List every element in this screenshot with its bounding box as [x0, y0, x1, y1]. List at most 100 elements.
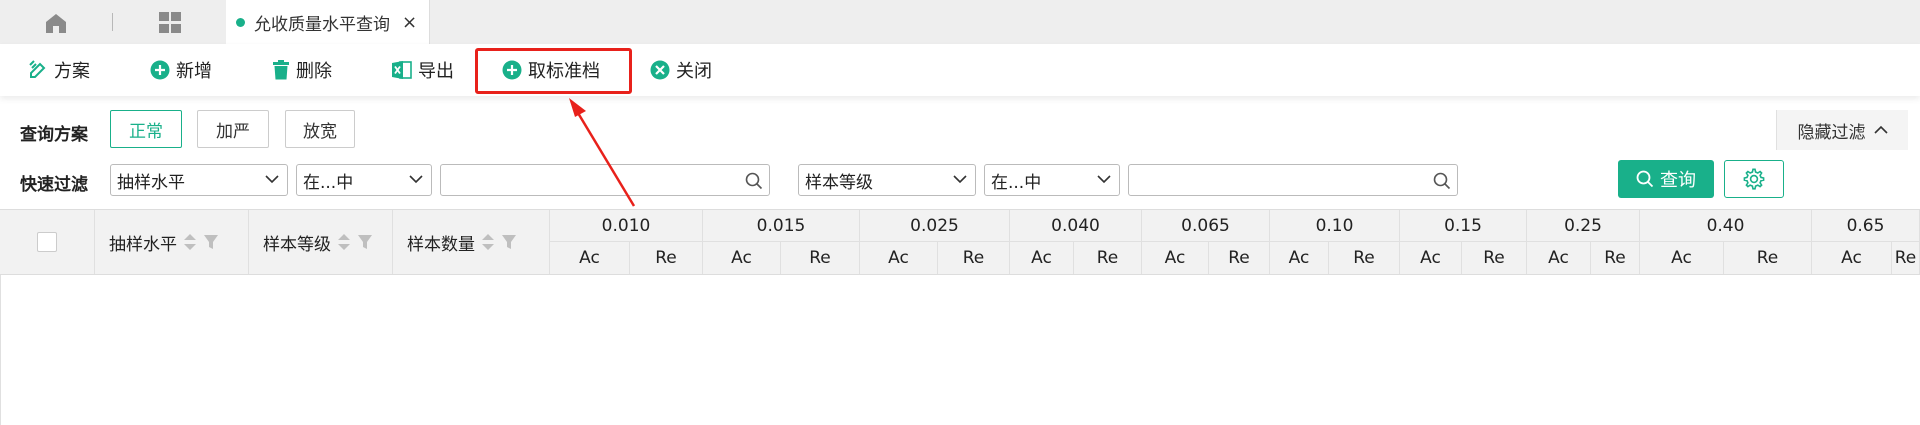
close-button[interactable]: 关闭 — [650, 44, 712, 96]
col-ac: Ac — [550, 242, 630, 274]
col-ac: Ac — [1270, 242, 1329, 274]
filter-icon[interactable] — [203, 234, 219, 250]
plan-normal-button[interactable]: 正常 — [110, 110, 182, 148]
table-body — [0, 275, 1920, 425]
query-button[interactable]: 查询 — [1618, 160, 1714, 198]
chevron-down-icon — [1097, 175, 1111, 184]
gear-icon — [1743, 168, 1765, 190]
col-aql-level: 0.065 — [1142, 210, 1270, 242]
plan-label: 方案 — [54, 61, 90, 82]
home-icon[interactable] — [44, 12, 68, 34]
hide-filter-toggle[interactable]: 隐藏过滤 — [1776, 110, 1908, 150]
filter-icon[interactable] — [357, 234, 373, 250]
col-sampling-level-label: 抽样水平 — [109, 234, 177, 255]
filter-operator-value-2: 在...中 — [991, 172, 1042, 193]
col-re: Re — [938, 242, 1010, 274]
sort-icon[interactable] — [337, 233, 351, 251]
col-sample-size[interactable]: 样本数量 — [393, 210, 550, 274]
col-aql-level: 0.010 — [550, 210, 703, 242]
col-re: Re — [1329, 242, 1400, 274]
filter-field-select-2[interactable]: 样本等级 — [798, 164, 976, 196]
export-button[interactable]: 导出 — [392, 44, 454, 96]
col-aql-level: 0.040 — [1010, 210, 1142, 242]
filter-operator-select-1[interactable]: 在...中 — [296, 164, 432, 196]
settings-button[interactable] — [1724, 160, 1784, 198]
col-ac: Ac — [860, 242, 938, 274]
filter-field-value-1: 抽样水平 — [117, 172, 185, 193]
chevron-up-icon — [1873, 125, 1888, 134]
col-sample-size-label: 样本数量 — [407, 234, 475, 255]
tab-bar: 允收质量水平查询 × — [0, 0, 1920, 44]
query-plan-label: 查询方案 — [20, 125, 88, 145]
col-re: Re — [1591, 242, 1640, 274]
filter-field-select-1[interactable]: 抽样水平 — [110, 164, 288, 196]
active-dot-icon — [236, 17, 245, 27]
quick-filter-label: 快速过滤 — [20, 175, 88, 195]
col-ac: Ac — [1142, 242, 1209, 274]
excel-icon — [392, 61, 412, 79]
col-ac: Ac — [1400, 242, 1462, 274]
sort-filter-controls — [337, 233, 373, 251]
filter-operator-value-1: 在...中 — [303, 172, 354, 193]
add-button[interactable]: 新增 — [150, 44, 212, 96]
col-re: Re — [1892, 242, 1920, 274]
close-circle-icon — [650, 60, 670, 80]
tab-title: 允收质量水平查询 — [254, 14, 390, 35]
col-aql-level: 0.25 — [1527, 210, 1640, 242]
select-all-checkbox[interactable] — [37, 232, 57, 252]
search-icon[interactable] — [1433, 172, 1451, 190]
col-aql-level: 0.10 — [1270, 210, 1400, 242]
trash-icon — [273, 60, 289, 80]
close-label: 关闭 — [676, 61, 712, 82]
col-sample-grade-label: 样本等级 — [263, 234, 331, 255]
grid-apps-icon[interactable] — [158, 12, 182, 34]
sort-icon[interactable] — [481, 233, 495, 251]
col-aql-level: 0.025 — [860, 210, 1010, 242]
toolbar: 方案 新增 删除 导出 取标准档 关闭 — [0, 44, 1920, 96]
search-icon[interactable] — [745, 172, 763, 190]
col-ac: Ac — [1010, 242, 1074, 274]
col-re: Re — [1074, 242, 1142, 274]
sort-filter-controls — [183, 233, 219, 251]
col-re: Re — [1724, 242, 1812, 274]
divider — [112, 13, 113, 31]
col-re: Re — [781, 242, 860, 274]
plan-edit-icon — [29, 60, 46, 78]
col-aql-level: 0.65 — [1812, 210, 1920, 242]
select-all-cell — [0, 210, 95, 274]
hide-filter-label: 隐藏过滤 — [1797, 122, 1866, 143]
table-header: 抽样水平 样本等级 样本数量 0.010 Ac Re 0.015 Ac Re 0.025 Ac… — [0, 209, 1920, 275]
col-ac: Ac — [1640, 242, 1724, 274]
delete-label: 删除 — [296, 61, 332, 82]
filter-icon[interactable] — [501, 234, 517, 250]
sort-filter-controls — [481, 233, 517, 251]
col-aql-level: 0.40 — [1640, 210, 1812, 242]
col-ac: Ac — [703, 242, 781, 274]
col-aql-level: 0.015 — [703, 210, 860, 242]
col-re: Re — [1462, 242, 1527, 274]
filter-value-input-2[interactable] — [1128, 164, 1458, 196]
col-sampling-level[interactable]: 抽样水平 — [95, 210, 249, 274]
col-ac: Ac — [1812, 242, 1892, 274]
delete-button[interactable]: 删除 — [272, 44, 332, 96]
chevron-down-icon — [953, 175, 967, 184]
filter-value-input-1[interactable] — [440, 164, 770, 196]
plan-tightened-button[interactable]: 加严 — [197, 110, 269, 148]
col-sample-grade[interactable]: 样本等级 — [249, 210, 393, 274]
add-label: 新增 — [176, 61, 212, 82]
sort-icon[interactable] — [183, 233, 197, 251]
col-re: Re — [630, 242, 703, 274]
plan-button[interactable]: 方案 — [28, 44, 90, 96]
chevron-down-icon — [265, 175, 279, 184]
tab-aql-query[interactable]: 允收质量水平查询 × — [226, 0, 430, 44]
plan-reduced-button[interactable]: 放宽 — [285, 110, 355, 148]
filter-operator-select-2[interactable]: 在...中 — [984, 164, 1120, 196]
tab-close-icon[interactable]: × — [402, 12, 417, 33]
filter-field-value-2: 样本等级 — [805, 172, 873, 193]
export-label: 导出 — [418, 61, 454, 82]
query-label: 查询 — [1660, 170, 1696, 191]
col-ac: Ac — [1527, 242, 1591, 274]
highlight-box — [475, 48, 632, 94]
plus-circle-icon — [150, 60, 170, 80]
col-re: Re — [1209, 242, 1270, 274]
